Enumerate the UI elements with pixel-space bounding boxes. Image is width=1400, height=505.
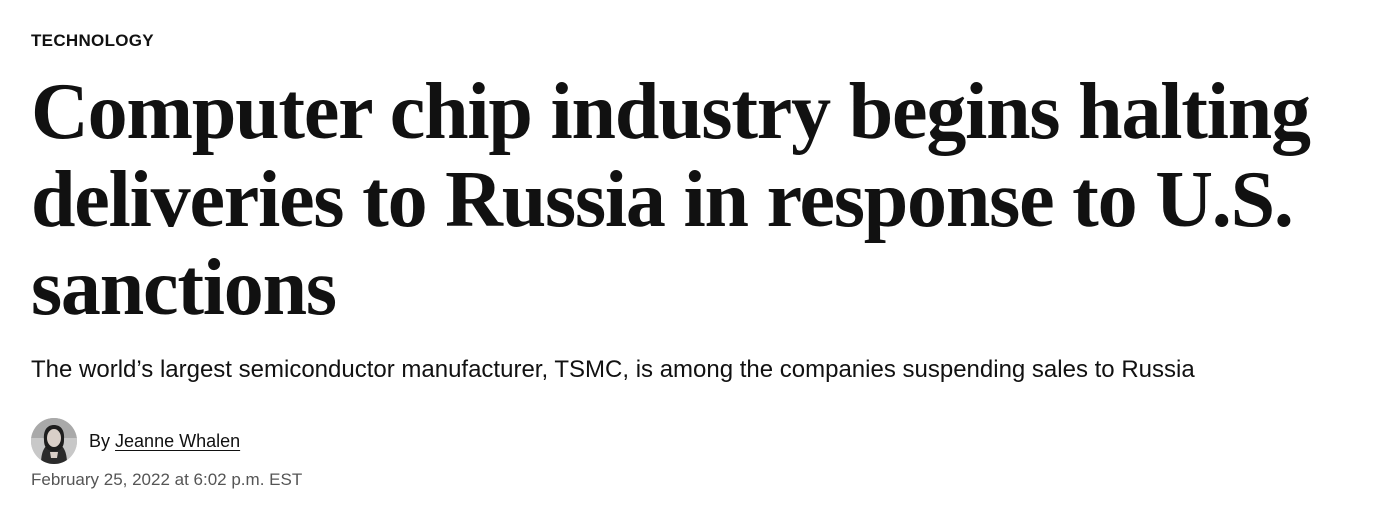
- author-link[interactable]: Jeanne Whalen: [115, 431, 240, 451]
- byline: By Jeanne Whalen: [89, 431, 240, 452]
- section-label[interactable]: TECHNOLOGY: [31, 31, 154, 51]
- byline-row: By Jeanne Whalen: [31, 418, 240, 464]
- article-dek: The world’s largest semiconductor manufa…: [31, 356, 1195, 383]
- publish-timestamp: February 25, 2022 at 6:02 p.m. EST: [31, 470, 303, 489]
- byline-prefix: By: [89, 430, 111, 451]
- author-avatar[interactable]: [31, 418, 77, 464]
- author-photo-icon: [31, 418, 77, 464]
- headline: Computer chip industry begins halting de…: [31, 68, 1311, 332]
